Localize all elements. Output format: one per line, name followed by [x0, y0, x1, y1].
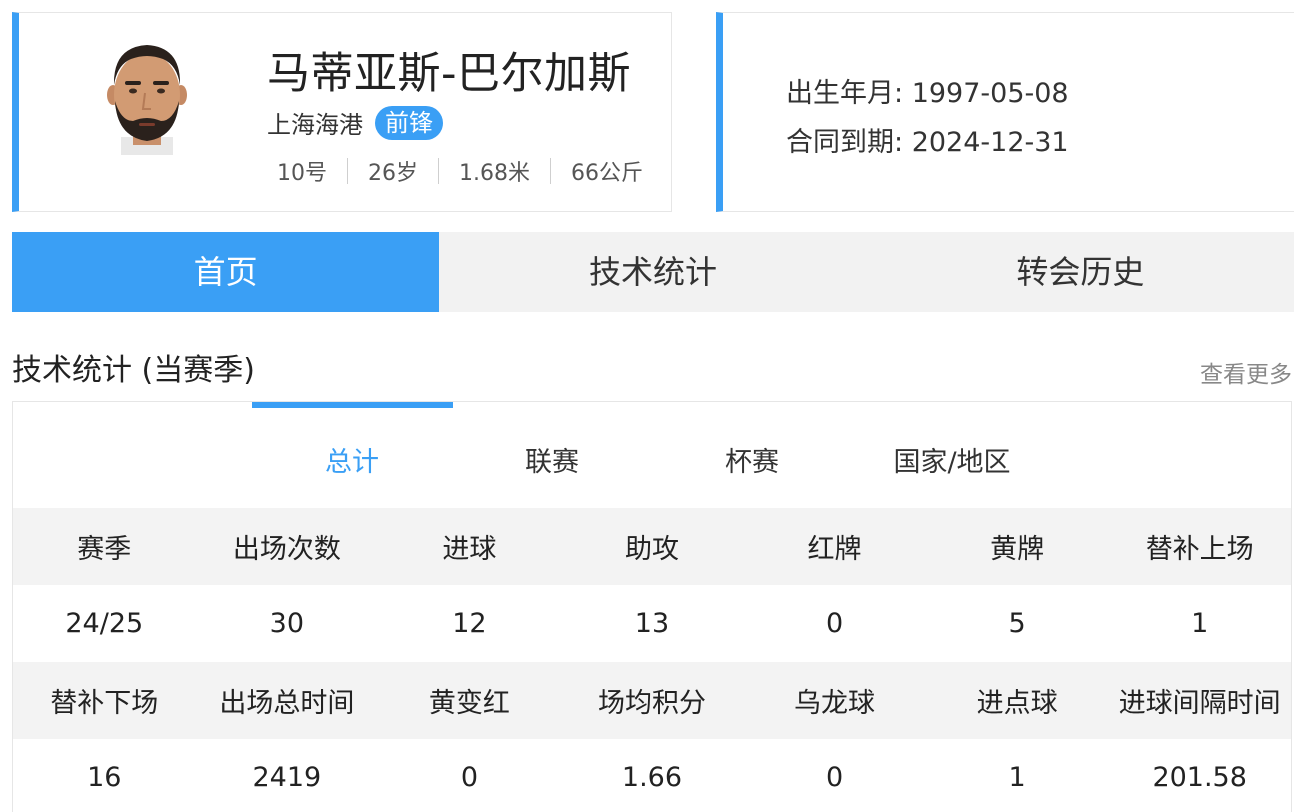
table-cell: 24/25 — [65, 608, 144, 639]
team-name[interactable]: 上海海港 — [267, 105, 363, 140]
table-header-cell: 出场总时间 — [195, 662, 379, 739]
player-height: 1.68米 — [459, 161, 530, 186]
table-header-cell: 进球 — [378, 508, 561, 585]
stats-panel: 总计 联赛 杯赛 国家/地区 赛季 出场次数 进球 助攻 红牌 黄牌 替补上场 … — [12, 401, 1292, 812]
player-details-card: 出生年月: 1997-05-08 合同到期: 2024-12-31 — [716, 12, 1294, 212]
player-weight: 66公斤 — [571, 161, 643, 186]
contract-expiry-value: 2024-12-31 — [911, 127, 1069, 158]
contract-expiry-row: 合同到期: 2024-12-31 — [786, 120, 1069, 159]
stats-section-title: 技术统计 (当赛季) — [12, 353, 255, 388]
table-cell: 2419 — [252, 762, 322, 793]
jersey-number: 10号 — [277, 161, 327, 186]
team-line: 上海海港 前锋 — [267, 105, 443, 140]
table-cell: 0 — [825, 762, 844, 793]
tab-technical-stats[interactable]: 技术统计 — [439, 232, 866, 312]
main-tabs: 首页 技术统计 转会历史 — [12, 232, 1294, 312]
tab-home[interactable]: 首页 — [12, 232, 440, 312]
table-header-cell: 赛季 — [13, 508, 196, 585]
subtab-national[interactable]: 国家/地区 — [893, 440, 1010, 479]
table-header-cell: 黄牌 — [925, 508, 1109, 585]
player-name: 马蒂亚斯-巴尔加斯 — [267, 49, 632, 99]
position-badge: 前锋 — [375, 105, 443, 140]
table-header-cell: 替补下场 — [13, 662, 196, 739]
table-header-cell: 红牌 — [743, 508, 926, 585]
table-row: 24/25 30 12 13 0 5 1 — [13, 585, 1291, 662]
table-cell: 13 — [634, 608, 670, 639]
table-header-cell: 进点球 — [925, 662, 1109, 739]
divider — [438, 158, 439, 184]
table-header-row: 赛季 出场次数 进球 助攻 红牌 黄牌 替补上场 — [13, 508, 1291, 585]
birth-date-row: 出生年月: 1997-05-08 — [786, 71, 1069, 110]
table-cell: 30 — [269, 608, 305, 639]
table-header-cell: 助攻 — [560, 508, 744, 585]
birth-date-value: 1997-05-08 — [911, 78, 1069, 109]
view-more-link[interactable]: 查看更多 — [1200, 355, 1292, 389]
divider — [347, 158, 348, 184]
table-header-cell: 替补上场 — [1108, 508, 1291, 585]
player-info-line: 10号 26岁 1.68米 66公斤 — [277, 155, 643, 187]
divider — [550, 158, 551, 184]
table-cell: 201.58 — [1152, 762, 1247, 793]
table-header-row: 替补下场 出场总时间 黄变红 场均积分 乌龙球 进点球 进球间隔时间 — [13, 662, 1291, 739]
active-subtab-indicator — [252, 402, 453, 408]
table-header-cell: 黄变红 — [378, 662, 561, 739]
tab-transfer-history[interactable]: 转会历史 — [867, 232, 1294, 312]
table-header-cell: 出场次数 — [195, 508, 379, 585]
table-header-cell: 乌龙球 — [743, 662, 926, 739]
table-cell: 1 — [1008, 762, 1026, 793]
table-cell: 16 — [87, 762, 122, 793]
subtab-total[interactable]: 总计 — [325, 440, 379, 479]
player-avatar — [99, 37, 195, 155]
table-header-cell: 场均积分 — [560, 662, 744, 739]
table-cell: 12 — [452, 608, 487, 639]
table-header-cell: 进球间隔时间 — [1108, 662, 1291, 739]
table-cell: 1.66 — [621, 762, 683, 793]
table-cell: 5 — [1008, 608, 1026, 639]
table-row: 16 2419 0 1.66 0 1 201.58 — [13, 739, 1291, 812]
stats-table: 赛季 出场次数 进球 助攻 红牌 黄牌 替补上场 24/25 30 12 13 … — [13, 508, 1291, 812]
contract-expiry-label: 合同到期: — [786, 127, 904, 158]
subtab-league[interactable]: 联赛 — [525, 440, 579, 479]
table-cell: 0 — [825, 608, 844, 639]
table-cell: 0 — [460, 762, 478, 793]
subtab-cup[interactable]: 杯赛 — [725, 440, 779, 479]
table-cell: 1 — [1191, 608, 1209, 639]
birth-date-label: 出生年月: — [786, 78, 904, 109]
player-profile-card: 马蒂亚斯-巴尔加斯 上海海港 前锋 10号 26岁 1.68米 66公斤 — [12, 12, 672, 212]
player-age: 26岁 — [368, 161, 418, 186]
